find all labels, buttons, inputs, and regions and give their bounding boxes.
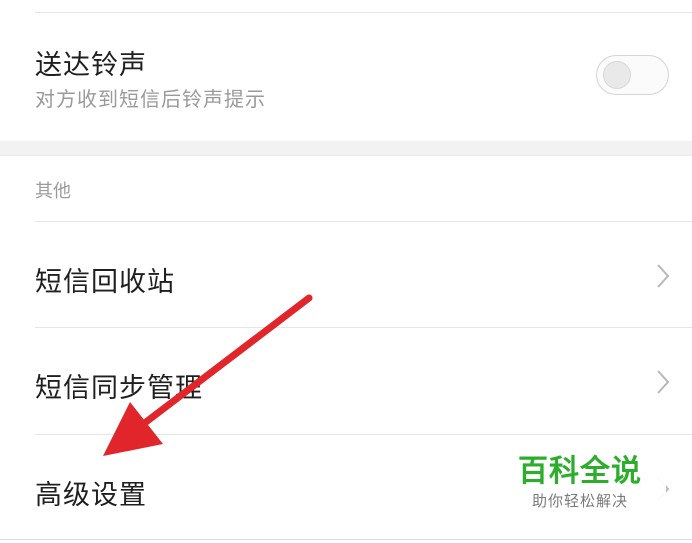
chevron-right-icon [657,370,670,394]
watermark-badge: 百科全说 助你轻松解决 [494,438,666,518]
watermark-title: 百科全说 [518,454,642,489]
list-item-sms-sync-management[interactable]: 短信同步管理 [0,328,692,434]
list-item-label: 高级设置 [35,480,147,511]
bottom-divider [0,539,692,540]
list-item-sms-recycle-bin[interactable]: 短信回收站 [0,222,692,327]
list-item-label: 短信回收站 [35,267,175,298]
delivery-ringtone-subtitle: 对方收到短信后铃声提示 [35,87,266,111]
section-header-other: 其他 [35,181,71,202]
delivery-ringtone-title: 送达铃声 [35,50,147,81]
delivery-ringtone-toggle[interactable] [596,55,669,95]
delivery-ringtone-row[interactable]: 送达铃声 对方收到短信后铃声提示 [0,13,692,141]
list-item-label: 短信同步管理 [35,373,203,404]
chevron-right-icon [657,264,670,288]
section-gap-bottom-line [0,155,692,156]
watermark-subtitle: 助你轻松解决 [531,492,628,510]
toggle-knob [603,61,631,89]
section-gap [0,141,692,155]
